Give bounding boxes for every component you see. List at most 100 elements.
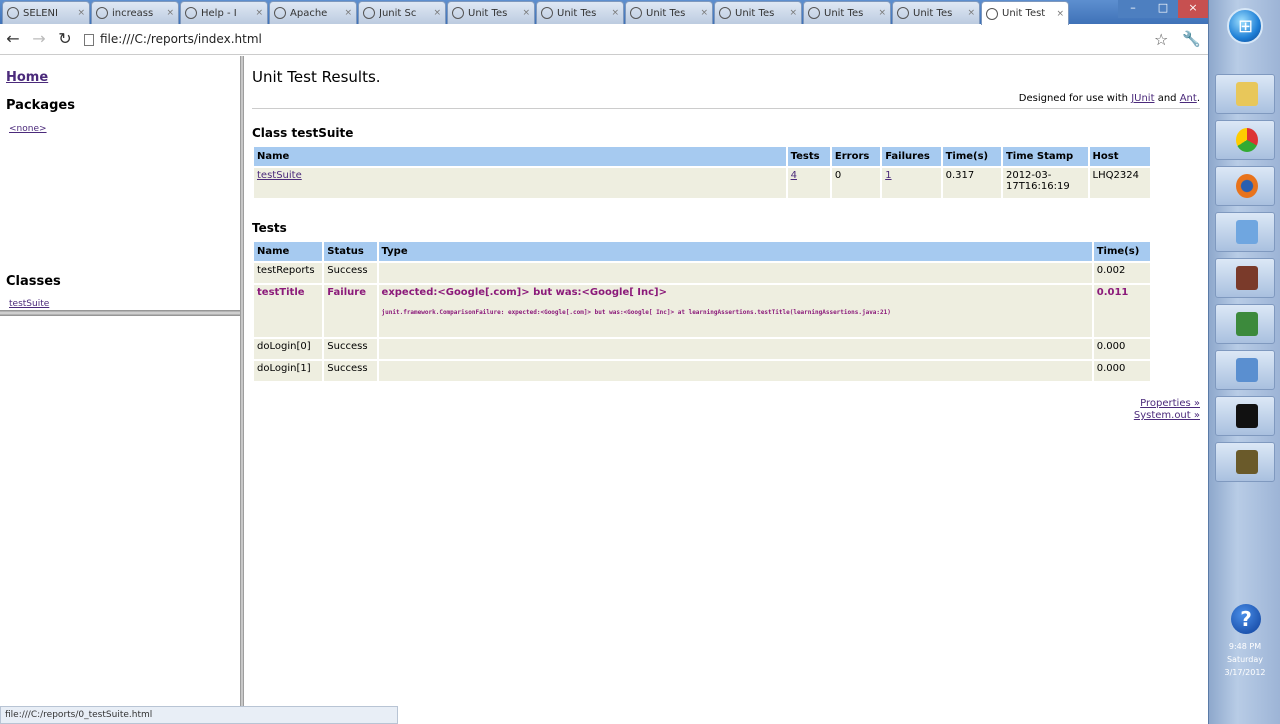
app-window-icon xyxy=(1236,220,1258,244)
tab-strip: SELENI × increass × Help - I × Apache × Juni… xyxy=(0,0,1208,25)
bookmark-star-icon[interactable]: ☆ xyxy=(1154,30,1168,49)
col-status: Status xyxy=(324,242,377,261)
tab-close-icon[interactable]: × xyxy=(700,8,708,18)
test-time: 0.002 xyxy=(1093,263,1150,283)
clock-date: 3/17/2012 xyxy=(1224,668,1266,677)
tab-close-icon[interactable]: × xyxy=(344,8,352,18)
tab-favicon-icon xyxy=(274,7,286,19)
test-name: testReports xyxy=(254,263,323,283)
ant-link[interactable]: Ant xyxy=(1180,93,1197,104)
test-type xyxy=(378,263,1092,283)
classes-heading: Classes xyxy=(6,274,61,289)
firefox-icon xyxy=(1236,174,1258,198)
tab-favicon-icon xyxy=(96,7,108,19)
failures-count-link[interactable]: 1 xyxy=(885,170,891,181)
class-heading: Class testSuite xyxy=(252,126,354,140)
col-errors: Errors xyxy=(831,147,881,166)
address-bar[interactable]: file:///C:/reports/index.html xyxy=(84,29,1144,50)
wrench-icon[interactable]: 🔧 xyxy=(1182,30,1201,48)
tab-10[interactable]: Unit Tes × xyxy=(803,1,891,24)
col-time: Time(s) xyxy=(1093,242,1150,261)
host-value: LHQ2324 xyxy=(1089,168,1150,198)
col-timestamp: Time Stamp xyxy=(1002,147,1088,166)
errors-count: 0 xyxy=(831,168,881,198)
tab-close-icon[interactable]: × xyxy=(878,8,886,18)
tests-count-link[interactable]: 4 xyxy=(791,170,797,181)
package-none-link[interactable]: <none> xyxy=(9,124,47,134)
tab-12-active[interactable]: Unit Test × xyxy=(981,1,1069,25)
taskbar-cmd-button[interactable] xyxy=(1215,396,1275,436)
properties-link[interactable]: Properties » xyxy=(1134,398,1200,410)
taskbar-tool-button[interactable] xyxy=(1215,442,1275,482)
tab-3[interactable]: Help - I × xyxy=(180,1,268,24)
frame-splitter-horizontal[interactable] xyxy=(0,310,240,316)
col-tests: Tests xyxy=(787,147,830,166)
tab-5[interactable]: Junit Sc × xyxy=(358,1,446,24)
monitor-icon xyxy=(1236,358,1258,382)
tab-2[interactable]: increass × xyxy=(91,1,179,24)
test-name: doLogin[0] xyxy=(254,339,323,359)
test-status: Failure xyxy=(324,285,377,337)
tab-close-icon[interactable]: × xyxy=(166,8,174,18)
home-link[interactable]: Home xyxy=(6,70,48,85)
tab-7[interactable]: Unit Tes × xyxy=(536,1,624,24)
taskbar-chrome-button[interactable] xyxy=(1215,120,1275,160)
system-tray-clock[interactable]: 9:48 PM Saturday 3/17/2012 xyxy=(1215,640,1275,679)
test-time: 0.000 xyxy=(1093,339,1150,359)
testsuite-link[interactable]: testSuite xyxy=(257,170,302,181)
left-frame: Home Packages <none> Classes testSuite xyxy=(0,56,240,724)
tab-close-icon[interactable]: × xyxy=(967,8,975,18)
taskbar-firefox-button[interactable] xyxy=(1215,166,1275,206)
junit-link[interactable]: JUnit xyxy=(1131,93,1154,104)
tab-11[interactable]: Unit Tes × xyxy=(892,1,980,24)
system-out-link[interactable]: System.out » xyxy=(1134,410,1200,422)
tab-close-icon[interactable]: × xyxy=(433,8,441,18)
tab-9[interactable]: Unit Tes × xyxy=(714,1,802,24)
help-icon[interactable]: ? xyxy=(1231,604,1261,634)
taskbar-remote-button[interactable] xyxy=(1215,350,1275,390)
test-status: Success xyxy=(324,361,377,381)
test-time: 0.011 xyxy=(1093,285,1150,337)
minimize-icon[interactable]: – xyxy=(1118,0,1148,18)
col-name: Name xyxy=(254,147,786,166)
tests-heading: Tests xyxy=(252,221,287,235)
forward-arrow-icon[interactable]: → xyxy=(30,30,48,48)
maximize-icon[interactable]: □ xyxy=(1148,0,1178,18)
report-links: Properties » System.out » xyxy=(1134,398,1200,422)
class-testsuite-link[interactable]: testSuite xyxy=(9,299,49,309)
test-status: Success xyxy=(324,263,377,283)
status-bar: file:///C:/reports/0_testSuite.html xyxy=(0,706,398,724)
taskbar-app-button[interactable] xyxy=(1215,212,1275,252)
taskbar-eclipse-button[interactable] xyxy=(1215,258,1275,298)
taskbar-excel-button[interactable] xyxy=(1215,304,1275,344)
tab-favicon-icon xyxy=(363,7,375,19)
page-icon xyxy=(84,33,94,46)
folder-icon xyxy=(1236,82,1258,106)
tab-close-icon[interactable]: × xyxy=(1056,9,1064,19)
tab-close-icon[interactable]: × xyxy=(611,8,619,18)
tab-favicon-icon xyxy=(630,7,642,19)
excel-icon xyxy=(1236,312,1258,336)
tab-favicon-icon xyxy=(897,7,909,19)
page-title: Unit Test Results. xyxy=(252,68,381,86)
tab-favicon-icon xyxy=(452,7,464,19)
tab-6[interactable]: Unit Tes × xyxy=(447,1,535,24)
back-arrow-icon[interactable]: ← xyxy=(4,30,22,48)
tab-close-icon[interactable]: × xyxy=(789,8,797,18)
close-icon[interactable]: × xyxy=(1178,0,1208,18)
tab-favicon-icon xyxy=(541,7,553,19)
table-row: testReports Success 0.002 xyxy=(254,263,1150,283)
tab-close-icon[interactable]: × xyxy=(255,8,263,18)
start-button-icon[interactable]: ⊞ xyxy=(1227,8,1263,44)
test-name: doLogin[1] xyxy=(254,361,323,381)
tab-close-icon[interactable]: × xyxy=(522,8,530,18)
tab-4[interactable]: Apache × xyxy=(269,1,357,24)
table-header-row: Name Status Type Time(s) xyxy=(254,242,1150,261)
designed-for-note: Designed for use with JUnit and Ant. xyxy=(1018,93,1200,104)
taskbar-explorer-button[interactable] xyxy=(1215,74,1275,114)
reload-icon[interactable]: ↻ xyxy=(56,30,74,48)
tab-8[interactable]: Unit Tes × xyxy=(625,1,713,24)
test-status: Success xyxy=(324,339,377,359)
tab-close-icon[interactable]: × xyxy=(77,8,85,18)
tab-1[interactable]: SELENI × xyxy=(2,1,90,24)
